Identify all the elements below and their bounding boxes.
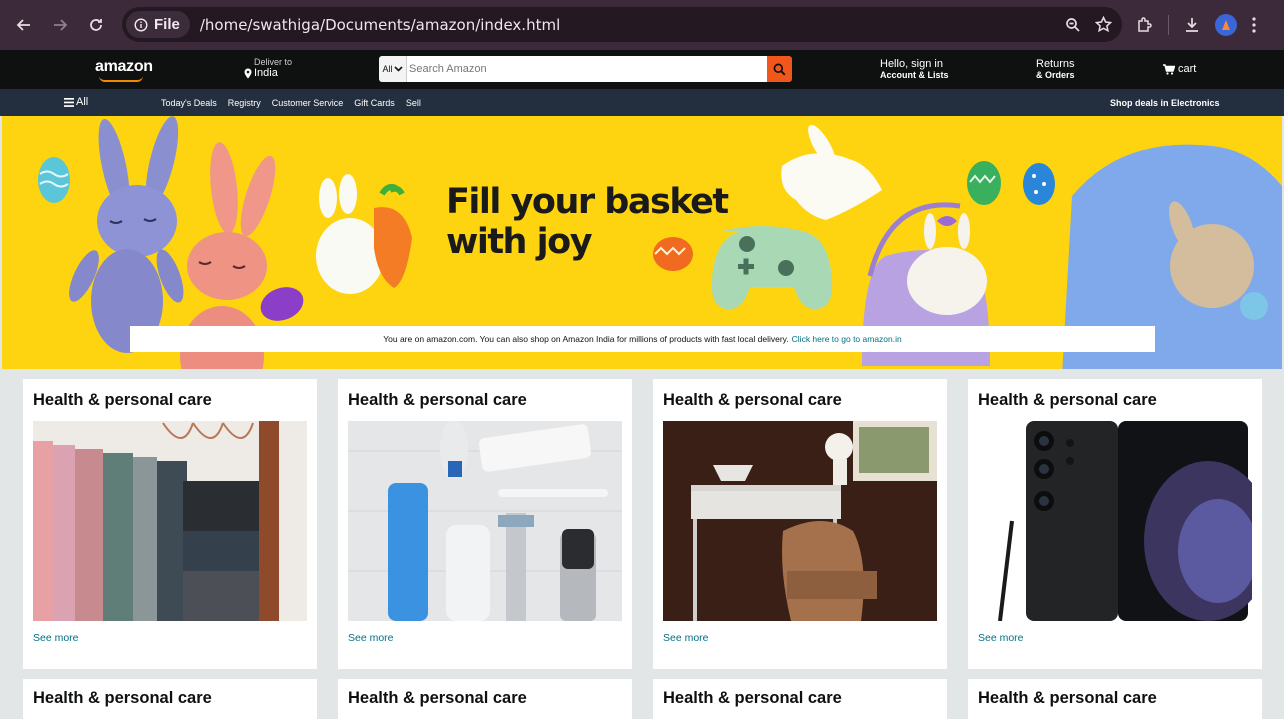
account-lists-label: Account & Lists [880,70,949,80]
back-button[interactable] [6,7,42,43]
category-card: Health & personal care [968,679,1262,719]
hero-banner[interactable]: Fill your basket with joy You are on ama… [2,116,1282,369]
desk-image [663,421,937,621]
forward-button[interactable] [42,7,78,43]
card-image-towels[interactable] [33,421,307,621]
see-more-link[interactable]: See more [663,632,709,644]
go-to-amazon-in-link[interactable]: Click here to go to amazon.in [792,334,902,344]
hero-title: Fill your basket with joy [446,182,729,262]
orders-label: & Orders [1036,70,1075,80]
amazon-header: amazon Deliver to India All Hello, sign … [0,50,1284,89]
more-menu-icon[interactable] [1251,16,1257,34]
cart-icon [1163,63,1175,75]
subnav-link-registry[interactable]: Registry [228,98,261,108]
search-icon [773,63,786,75]
deliver-to[interactable]: Deliver to India [244,57,292,79]
reload-button[interactable] [78,7,114,43]
arrow-right-icon [54,19,68,31]
profile-avatar[interactable] [1215,14,1237,36]
search-button[interactable] [767,56,792,82]
zoom-icon[interactable] [1065,17,1081,33]
profile-icon [1222,20,1230,30]
search-category-select[interactable]: All [379,56,407,82]
card-image-phone[interactable] [978,421,1252,621]
info-icon [134,17,148,32]
returns-label: Returns [1036,58,1075,70]
see-more-link[interactable]: See more [348,632,394,644]
toiletries-image [348,421,622,621]
card-title: Health & personal care [33,391,212,409]
toolbar-divider [1168,15,1169,35]
hero-title-line2: with joy [446,222,593,262]
subnav-link-gift-cards[interactable]: Gift Cards [354,98,395,108]
address-bar[interactable]: File /home/swathiga/Documents/amazon/ind… [122,7,1122,42]
sub-navigation: All Today's Deals Registry Customer Serv… [0,89,1284,116]
star-icon[interactable] [1095,16,1112,33]
hero-title-line1: Fill your basket [446,182,729,222]
deliver-location: India [254,67,278,79]
region-notice: You are on amazon.com. You can also shop… [130,326,1155,352]
reload-icon [90,19,102,31]
card-title: Health & personal care [348,391,527,409]
card-title: Health & personal care [978,391,1157,409]
url-text[interactable]: /home/swathiga/Documents/amazon/index.ht… [200,16,560,34]
deliver-label: Deliver to [254,57,293,67]
browser-toolbar: File /home/swathiga/Documents/amazon/ind… [0,0,1284,50]
phone-image [978,421,1252,621]
account-greeting: Hello, sign in [880,58,943,70]
card-image-desk[interactable] [663,421,937,621]
search-bar: All [379,56,792,82]
subnav-link-customer-service[interactable]: Customer Service [272,98,344,108]
category-card: Health & personal care See more [968,379,1262,669]
electronics-deals-link[interactable]: Shop deals in Electronics [1110,98,1220,108]
arrow-left-icon [16,19,30,31]
file-chip-label: File [154,16,180,33]
category-card: Health & personal care [23,679,317,719]
chevron-down-icon [393,66,403,72]
card-title: Health & personal care [663,391,842,409]
category-card: Health & personal care See more [338,379,632,669]
download-icon[interactable] [1183,16,1201,34]
category-card: Health & personal care [338,679,632,719]
returns-orders[interactable]: Returns & Orders [1036,58,1075,80]
all-label: All [76,96,89,108]
extensions-icon[interactable] [1136,16,1154,34]
subnav-link-todays-deals[interactable]: Today's Deals [161,98,217,108]
account-menu[interactable]: Hello, sign in Account & Lists [880,58,949,80]
cart-button[interactable]: cart [1163,63,1196,75]
region-notice-text: You are on amazon.com. You can also shop… [383,334,789,344]
category-card: Health & personal care See more [23,379,317,669]
card-image-toiletries[interactable] [348,421,622,621]
site-info-chip[interactable]: File [126,11,190,38]
location-pin-icon [244,68,252,78]
see-more-link[interactable]: See more [978,632,1024,644]
hamburger-icon [64,97,74,107]
search-category-label: All [382,64,393,74]
logo-smile [99,76,143,82]
cart-label: cart [1178,63,1197,75]
amazon-logo[interactable]: amazon [95,58,153,76]
subnav-link-sell[interactable]: Sell [406,98,421,108]
category-card: Health & personal care [653,679,947,719]
search-input[interactable] [407,56,767,82]
towels-image [33,421,307,621]
all-menu-button[interactable]: All [64,96,88,108]
see-more-link[interactable]: See more [33,632,79,644]
category-card: Health & personal care See more [653,379,947,669]
